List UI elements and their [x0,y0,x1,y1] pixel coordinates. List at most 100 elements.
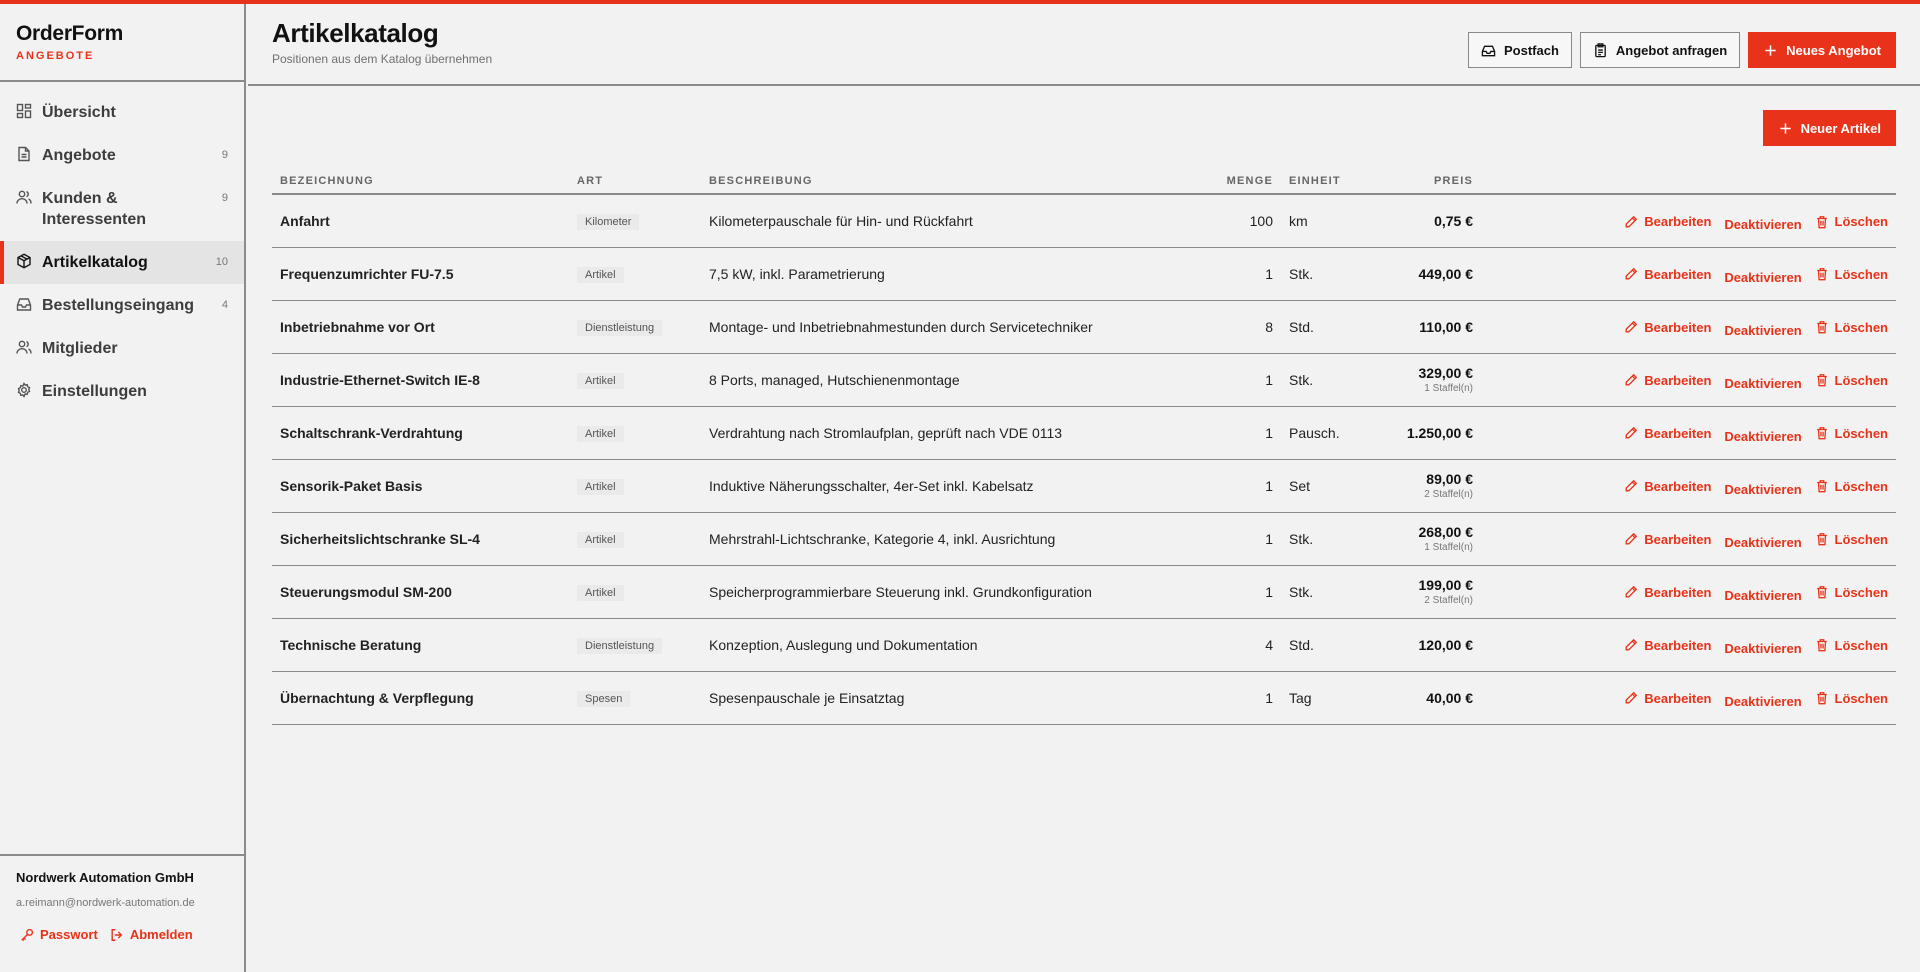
item-quantity: 1 [1201,247,1281,301]
item-description: Montage- und Inbetriebnahmestunden durch… [701,300,1201,354]
edit-button-label: Bearbeiten [1644,531,1712,547]
edit-button-label: Bearbeiten [1644,584,1712,600]
trash-icon [1815,479,1829,493]
logout-link[interactable]: Abmelden [110,927,193,942]
deactivate-button-label: Deaktivieren [1724,481,1802,497]
delete-button[interactable]: Löschen [1815,479,1888,494]
catalog-table: BEZEICHNUNG ART BESCHREIBUNG MENGE EINHE… [272,168,1896,725]
item-type-cell: Artikel [569,247,701,301]
key-icon [20,928,34,942]
deactivate-button[interactable]: Deaktivieren [1724,217,1801,232]
item-price: 110,00 € [1419,318,1473,335]
new-item-button[interactable]: Neuer Artikel [1762,110,1896,146]
column-header-quantity[interactable]: MENGE [1201,168,1281,195]
edit-button[interactable]: Bearbeiten [1624,691,1711,706]
item-price-cell: 120,00 € [1381,618,1481,672]
item-name: Schaltschrank-Verdrahtung [272,406,569,460]
row-actions: Bearbeiten Deaktivieren Löschen [1481,565,1896,619]
delete-button[interactable]: Löschen [1815,532,1888,547]
edit-button[interactable]: Bearbeiten [1624,585,1711,600]
delete-button[interactable]: Löschen [1815,426,1888,441]
edit-button[interactable]: Bearbeiten [1624,214,1711,229]
item-price: 199,00 € [1418,577,1474,593]
column-header-price[interactable]: PREIS [1381,168,1481,195]
column-header-description[interactable]: BESCHREIBUNG [701,168,1201,195]
table-row: Sicherheitslichtschranke SL-4 Artikel Me… [272,512,1896,566]
item-type-cell: Spesen [569,671,701,725]
delete-button[interactable]: Löschen [1815,320,1888,335]
page-subtitle: Positionen aus dem Katalog übernehmen [272,52,493,66]
delete-button[interactable]: Löschen [1815,691,1888,706]
pencil-icon [1624,215,1638,229]
delete-button[interactable]: Löschen [1815,214,1888,229]
trash-icon [1815,691,1829,705]
deactivate-button-label: Deaktivieren [1724,534,1802,550]
item-description: 7,5 kW, inkl. Parametrierung [701,247,1201,301]
row-actions: Bearbeiten Deaktivieren Löschen [1481,406,1896,460]
deactivate-button[interactable]: Deaktivieren [1724,535,1801,550]
sidebar-item-orders[interactable]: Bestellungseingang 4 [0,284,244,327]
sidebar-item-catalog[interactable]: Artikelkatalog 10 [0,241,244,284]
item-quantity: 8 [1201,300,1281,354]
item-type-cell: Artikel [569,406,701,460]
column-header-name[interactable]: BEZEICHNUNG [272,168,569,195]
delete-button-label: Löschen [1834,266,1888,282]
edit-button[interactable]: Bearbeiten [1624,373,1711,388]
delete-button[interactable]: Löschen [1815,373,1888,388]
column-header-type[interactable]: ART [569,168,701,195]
account-links: Passwort Abmelden [16,927,228,942]
inbox-button[interactable]: Postfach [1468,32,1572,68]
dashboard-icon [16,103,32,119]
delete-button-label: Löschen [1834,478,1888,494]
row-actions: Bearbeiten Deaktivieren Löschen [1481,618,1896,672]
deactivate-button[interactable]: Deaktivieren [1724,641,1801,656]
sidebar-item-settings[interactable]: Einstellungen [0,370,244,413]
inbox-icon [1481,43,1496,58]
request-offer-button[interactable]: Angebot anfragen [1579,32,1741,68]
item-description: 8 Ports, managed, Hutschienenmontage [701,353,1201,407]
edit-button-label: Bearbeiten [1644,478,1712,494]
deactivate-button[interactable]: Deaktivieren [1724,482,1801,497]
edit-button[interactable]: Bearbeiten [1624,479,1711,494]
new-offer-button[interactable]: Neues Angebot [1748,32,1896,68]
delete-button[interactable]: Löschen [1815,638,1888,653]
sidebar-item-overview[interactable]: Übersicht [0,91,244,134]
edit-button[interactable]: Bearbeiten [1624,267,1711,282]
row-actions: Bearbeiten Deaktivieren Löschen [1481,353,1896,407]
deactivate-button[interactable]: Deaktivieren [1724,694,1801,709]
deactivate-button[interactable]: Deaktivieren [1724,588,1801,603]
deactivate-button[interactable]: Deaktivieren [1724,270,1801,285]
sidebar-item-count: 4 [221,299,228,311]
deactivate-button[interactable]: Deaktivieren [1724,376,1801,391]
deactivate-button-label: Deaktivieren [1724,693,1802,709]
edit-button[interactable]: Bearbeiten [1624,532,1711,547]
sidebar-item-offers[interactable]: Angebote 9 [0,134,244,177]
item-type-cell: Artikel [569,353,701,407]
table-row: Übernachtung & Verpflegung Spesen Spesen… [272,671,1896,725]
column-header-unit[interactable]: EINHEIT [1281,168,1381,195]
table-row: Sensorik-Paket Basis Artikel Induktive N… [272,459,1896,513]
edit-button[interactable]: Bearbeiten [1624,320,1711,335]
edit-button-label: Bearbeiten [1644,319,1712,335]
delete-button[interactable]: Löschen [1815,267,1888,282]
deactivate-button[interactable]: Deaktivieren [1724,323,1801,338]
sidebar-item-members[interactable]: Mitglieder [0,327,244,370]
item-name: Anfahrt [272,194,569,248]
item-unit: Stk. [1281,565,1381,619]
deactivate-button-label: Deaktivieren [1724,269,1802,285]
deactivate-button[interactable]: Deaktivieren [1724,429,1801,444]
item-price-tiers: 2 Staffel(n) [1424,595,1473,606]
edit-button[interactable]: Bearbeiten [1624,426,1711,441]
clipboard-icon [1593,42,1608,58]
trash-icon [1815,215,1829,229]
sidebar-item-customers[interactable]: Kunden & Interessenten 9 [0,177,244,241]
pencil-icon [1624,585,1638,599]
delete-button[interactable]: Löschen [1815,585,1888,600]
pencil-icon [1624,267,1638,281]
password-link[interactable]: Passwort [20,927,98,942]
password-link-label: Passwort [40,927,98,942]
table-body: Anfahrt Kilometer Kilometerpauschale für… [272,194,1896,725]
delete-button-label: Löschen [1834,584,1888,600]
brand: OrderForm ANGEBOTE [0,4,244,82]
edit-button[interactable]: Bearbeiten [1624,638,1711,653]
